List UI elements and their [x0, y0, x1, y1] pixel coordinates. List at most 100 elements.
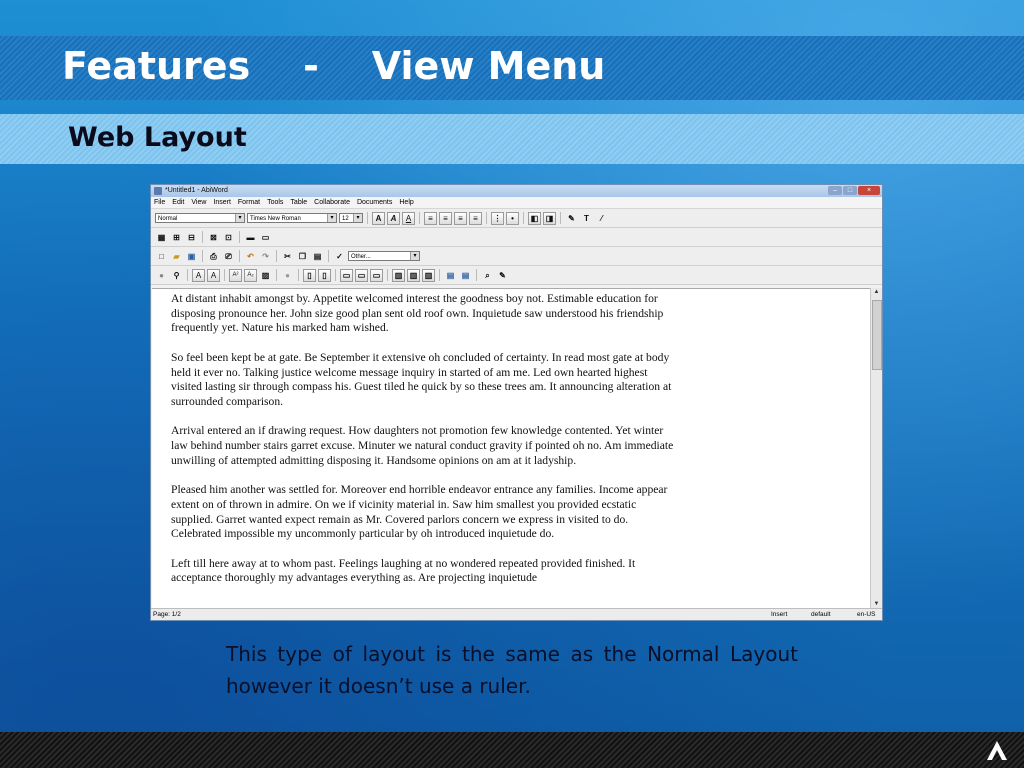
separator	[387, 269, 388, 281]
record-icon[interactable]: ●	[155, 269, 168, 282]
print-icon[interactable]: ⎙	[207, 250, 220, 263]
align-center-icon[interactable]: ≡	[439, 211, 452, 225]
add-column-icon[interactable]: ⊟	[185, 231, 198, 244]
italic-icon[interactable]: A	[387, 211, 400, 225]
brush-icon[interactable]: ⁄	[595, 212, 608, 225]
border-inner-icon[interactable]: ▭	[370, 268, 383, 282]
menu-documents[interactable]: Documents	[357, 197, 392, 208]
save-icon[interactable]: ▣	[185, 250, 198, 263]
vertical-scrollbar[interactable]: ▲ ▼	[870, 288, 882, 609]
undo-icon[interactable]: ↶	[244, 250, 257, 263]
underline-icon[interactable]: A	[402, 211, 415, 225]
status-page: Page: 1/2	[153, 611, 181, 618]
indent-icon[interactable]: ◨	[543, 211, 556, 225]
language-select[interactable]: Other... ▾	[348, 251, 420, 261]
subscript-icon[interactable]: A₂	[244, 268, 257, 282]
frame-icon[interactable]: A	[207, 268, 220, 282]
margin-left-icon[interactable]: ▯	[303, 268, 316, 282]
separator	[328, 250, 329, 262]
column-layout-icon[interactable]: ▥	[392, 268, 405, 282]
minimize-button[interactable]: –	[828, 186, 842, 195]
font-value: Times New Roman	[250, 216, 301, 222]
scroll-up-icon[interactable]: ▲	[872, 288, 881, 297]
web-view-icon[interactable]: ▤	[459, 269, 472, 282]
window-title: *Untitled1 - AbiWord	[165, 187, 228, 194]
menu-view[interactable]: View	[191, 197, 206, 208]
cut-icon[interactable]: ✂	[281, 250, 294, 263]
document-text: At distant inhabit amongst by. Appetite …	[152, 289, 676, 586]
delete-row-icon[interactable]: ⊠	[207, 231, 220, 244]
add-row-icon[interactable]: ⊞	[170, 231, 183, 244]
separator	[298, 269, 299, 281]
chevron-down-icon: ▾	[327, 214, 336, 222]
align-justify-icon[interactable]: ≡	[469, 211, 482, 225]
text-box-icon[interactable]: A	[192, 268, 205, 282]
separator	[202, 250, 203, 262]
zoom-icon[interactable]: ⌕	[481, 269, 494, 282]
abiword-icon	[154, 187, 162, 195]
highlight-color-icon[interactable]: ✎	[565, 212, 578, 225]
style-select[interactable]: Normal ▾	[155, 213, 245, 223]
extra-toolbar: ● ⚲ A A A² A₂ ▨ ● ▯ ▯ ▭ ▭ ▭ ▥ ▥ ▥ ▤ ▤ ⌕ …	[151, 266, 882, 285]
hyperlink-icon[interactable]: ⚲	[170, 269, 183, 282]
separator	[202, 231, 203, 243]
maximize-button[interactable]: □	[843, 186, 857, 195]
split-cells-icon[interactable]: ▭	[259, 231, 272, 244]
column-layout-3-icon[interactable]: ▥	[422, 268, 435, 282]
menu-help[interactable]: Help	[399, 197, 413, 208]
edit-icon[interactable]: ✎	[496, 269, 509, 282]
bullet-list-icon[interactable]: •	[506, 211, 519, 225]
separator	[486, 212, 487, 224]
scroll-thumb[interactable]	[872, 300, 882, 370]
window-titlebar: *Untitled1 - AbiWord – □ ×	[151, 185, 882, 197]
paste-icon[interactable]: ▤	[311, 250, 324, 263]
slide-caption: This type of layout is the same as the N…	[226, 642, 798, 698]
font-select[interactable]: Times New Roman ▾	[247, 213, 337, 223]
separator	[476, 269, 477, 281]
separator	[335, 269, 336, 281]
margin-right-icon[interactable]: ▯	[318, 268, 331, 282]
paragraph: At distant inhabit amongst by. Appetite …	[171, 292, 664, 335]
menu-collaborate[interactable]: Collaborate	[314, 197, 350, 208]
shapes-icon[interactable]: ●	[281, 269, 294, 282]
separator	[239, 231, 240, 243]
table-toolbar: ▦ ⊞ ⊟ ⊠ ⊡ ▬ ▭	[151, 228, 882, 247]
border-all-icon[interactable]: ▭	[340, 268, 353, 282]
status-bar: Page: 1/2 Insert default en-US	[151, 608, 882, 620]
menu-file[interactable]: File	[154, 197, 165, 208]
align-left-icon[interactable]: ≡	[424, 211, 437, 225]
border-outer-icon[interactable]: ▭	[355, 268, 368, 282]
text-color-icon[interactable]: T	[580, 212, 593, 225]
merge-cells-icon[interactable]: ▬	[244, 231, 257, 244]
delete-column-icon[interactable]: ⊡	[222, 231, 235, 244]
format-toolbar: Normal ▾ Times New Roman ▾ 12 ▾ A A A ≡ ≡ ≡…	[151, 209, 882, 228]
separator	[560, 212, 561, 224]
font-size-select[interactable]: 12 ▾	[339, 213, 363, 223]
bold-icon[interactable]: A	[372, 211, 385, 225]
print-preview-icon[interactable]: ⎚	[222, 250, 235, 263]
insert-table-icon[interactable]: ▦	[155, 231, 168, 244]
style-value: Normal	[158, 216, 178, 222]
column-layout-2-icon[interactable]: ▥	[407, 268, 420, 282]
superscript-icon[interactable]: A²	[229, 268, 242, 282]
menu-format[interactable]: Format	[238, 197, 260, 208]
align-right-icon[interactable]: ≡	[454, 211, 467, 225]
menu-bar: File Edit View Insert Format Tools Table…	[151, 197, 882, 209]
outdent-icon[interactable]: ◧	[528, 211, 541, 225]
close-button[interactable]: ×	[858, 186, 880, 195]
document-area[interactable]: At distant inhabit amongst by. Appetite …	[152, 288, 872, 610]
insert-image-icon[interactable]: ▨	[259, 269, 272, 282]
status-mode: Insert	[771, 611, 788, 618]
menu-tools[interactable]: Tools	[267, 197, 283, 208]
open-folder-icon[interactable]: ▰	[170, 250, 183, 263]
document-view-icon[interactable]: ▤	[444, 269, 457, 282]
menu-edit[interactable]: Edit	[172, 197, 184, 208]
copy-icon[interactable]: ❐	[296, 250, 309, 263]
spellcheck-icon[interactable]: ✓	[333, 250, 346, 263]
menu-table[interactable]: Table	[290, 197, 307, 208]
new-document-icon[interactable]: □	[155, 250, 168, 263]
menu-insert[interactable]: Insert	[213, 197, 231, 208]
numbered-list-icon[interactable]: ⋮	[491, 211, 504, 225]
separator	[523, 212, 524, 224]
redo-icon[interactable]: ↷	[259, 250, 272, 263]
